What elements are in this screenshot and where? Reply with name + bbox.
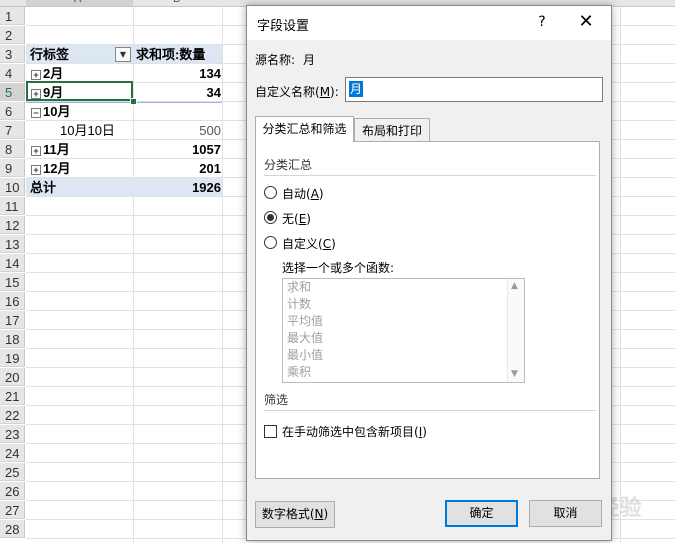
row-number[interactable]: 8 — [0, 140, 25, 158]
filter-dropdown-icon[interactable]: ▼ — [115, 47, 131, 62]
fill-handle[interactable] — [130, 98, 137, 105]
function-list-item[interactable]: 乘积 — [283, 364, 524, 381]
number-format-button[interactable]: 数字格式(N) — [255, 501, 335, 528]
active-cell-selection[interactable] — [26, 81, 133, 101]
scroll-up-icon[interactable]: ▲ — [511, 281, 518, 291]
function-list-item[interactable]: 计数 — [283, 296, 524, 313]
section-divider — [264, 410, 596, 411]
row-number[interactable]: 17 — [0, 311, 25, 329]
row-number[interactable]: 2 — [0, 26, 25, 44]
row-number[interactable]: 9 — [0, 159, 25, 177]
row-number[interactable]: 3 — [0, 45, 25, 63]
function-list-item[interactable]: 最小值 — [283, 347, 524, 364]
radio-none[interactable] — [264, 211, 277, 224]
ok-button[interactable]: 确定 — [445, 500, 518, 527]
radio-automatic[interactable] — [264, 186, 277, 199]
functions-label: 选择一个或多个函数: — [282, 261, 395, 275]
pivot-value-cell[interactable]: 134 — [133, 64, 221, 83]
include-new-items-label[interactable]: 在手动筛选中包含新项目(I) — [282, 423, 427, 440]
column-header-a[interactable]: A — [26, 0, 133, 7]
source-name-label: 源名称: — [255, 53, 296, 67]
pivot-value-cell[interactable]: 34 — [133, 83, 221, 102]
row-number[interactable]: 19 — [0, 349, 25, 367]
row-number[interactable]: 14 — [0, 254, 25, 272]
radio-automatic-label[interactable]: 自动(A) — [282, 185, 324, 202]
row-number[interactable]: 21 — [0, 387, 25, 405]
cancel-button[interactable]: 取消 — [529, 500, 602, 527]
section-divider — [264, 175, 596, 176]
pivot-total-label[interactable]: 总计 — [30, 178, 56, 197]
pivot-row-labels-header[interactable]: 行标签 — [30, 45, 69, 64]
dialog-title: 字段设置 — [257, 19, 310, 34]
column-letter: A — [74, 0, 81, 5]
custom-name-value: 月 — [349, 81, 364, 97]
row-number[interactable]: 20 — [0, 368, 25, 386]
subtotals-section-header: 分类汇总 — [264, 158, 313, 172]
help-button[interactable]: ? — [532, 12, 552, 32]
expand-icon[interactable]: + — [31, 164, 41, 175]
row-number[interactable]: 13 — [0, 235, 25, 253]
pivot-row-label[interactable]: +12月 — [31, 159, 70, 178]
pivot-value-header[interactable]: 求和项:数量 — [136, 45, 224, 64]
row-number[interactable]: 7 — [0, 121, 25, 139]
pivot-value-cell[interactable]: 500 — [133, 121, 221, 140]
function-list-item[interactable]: 求和 — [283, 279, 524, 296]
column-letter: B — [173, 0, 180, 5]
column-header-b[interactable]: B — [133, 0, 222, 7]
scroll-down-icon[interactable]: ▼ — [511, 369, 518, 379]
radio-custom-label[interactable]: 自定义(C) — [282, 235, 336, 252]
radio-none-label[interactable]: 无(E) — [282, 210, 311, 227]
include-new-items-checkbox[interactable] — [264, 425, 277, 438]
function-list-item[interactable]: 平均值 — [283, 313, 524, 330]
row-number[interactable]: 12 — [0, 216, 25, 234]
row-number[interactable]: 27 — [0, 501, 25, 519]
pivot-group-separator — [26, 102, 222, 103]
row-number[interactable]: 4 — [0, 64, 25, 82]
listbox-scrollbar[interactable]: ▲ ▼ — [507, 279, 524, 382]
expand-icon[interactable]: + — [31, 145, 41, 156]
dialog-titlebar[interactable]: 字段设置 ? ✕ — [247, 6, 611, 40]
filter-section-header: 筛选 — [264, 393, 289, 407]
close-button[interactable]: ✕ — [574, 12, 598, 34]
custom-name-field[interactable]: 月 — [345, 77, 603, 102]
pivot-row-label[interactable]: 10月10日 — [60, 121, 115, 140]
pivot-row-label[interactable]: −10月 — [31, 102, 70, 121]
row-number[interactable]: 1 — [0, 7, 25, 25]
tab-layout-print[interactable]: 布局和打印 — [354, 118, 430, 142]
row-number[interactable]: 22 — [0, 406, 25, 424]
pivot-value-cell[interactable]: 201 — [133, 159, 221, 178]
row-number[interactable]: 16 — [0, 292, 25, 310]
row-number[interactable]: 25 — [0, 463, 25, 481]
pivot-value-cell[interactable] — [133, 102, 221, 121]
row-number[interactable]: 24 — [0, 444, 25, 462]
row-number[interactable]: 15 — [0, 273, 25, 291]
field-settings-dialog: 字段设置 ? ✕ 源名称: 月 自定义名称(M): 月 分类汇总和筛选 布局和打… — [246, 5, 612, 541]
select-all-corner[interactable] — [0, 0, 26, 7]
pivot-row-label[interactable]: +11月 — [31, 140, 70, 159]
row-number[interactable]: 18 — [0, 330, 25, 348]
tab-panel: 分类汇总 自动(A) 无(E) 自定义(C) 选择一个或多个函数: 求和 计数 平均… — [255, 141, 600, 479]
row-number[interactable]: 6 — [0, 102, 25, 120]
collapse-icon[interactable]: − — [31, 107, 41, 118]
expand-icon[interactable]: + — [31, 69, 41, 80]
functions-listbox[interactable]: 求和 计数 平均值 最大值 最小值 乘积 ▲ ▼ — [282, 278, 525, 383]
function-list-item[interactable]: 最大值 — [283, 330, 524, 347]
tab-subtotals-filters[interactable]: 分类汇总和筛选 — [255, 116, 354, 142]
source-name-value: 月 — [303, 53, 316, 67]
row-number[interactable]: 28 — [0, 520, 25, 538]
radio-custom[interactable] — [264, 236, 277, 249]
row-number[interactable]: 10 — [0, 178, 25, 196]
row-number[interactable]: 11 — [0, 197, 25, 215]
row-number[interactable]: 26 — [0, 482, 25, 500]
custom-name-label: 自定义名称(M): — [255, 85, 339, 99]
pivot-total-value[interactable]: 1926 — [133, 178, 221, 197]
row-number[interactable]: 5 — [0, 83, 25, 101]
pivot-value-cell[interactable]: 1057 — [133, 140, 221, 159]
row-number[interactable]: 23 — [0, 425, 25, 443]
